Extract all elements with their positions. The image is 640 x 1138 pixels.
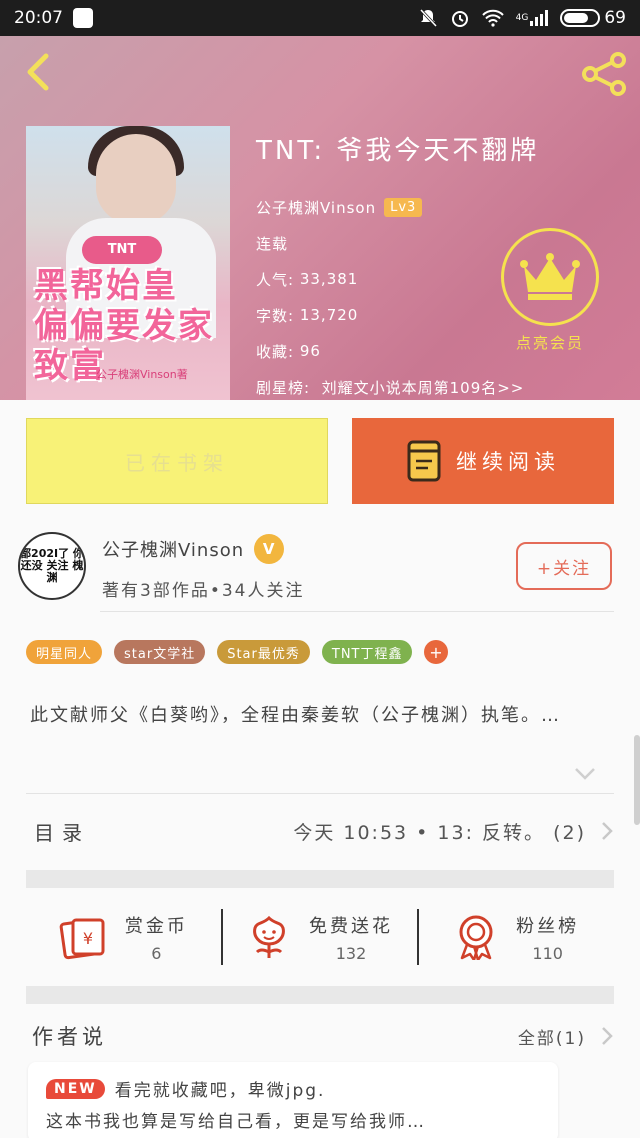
tip-coins-label: 赏金币 xyxy=(124,915,188,937)
section-gap xyxy=(26,870,614,888)
cell-signal: 4G xyxy=(516,10,549,26)
content-panel: 已在书架 继续阅读 都202I了 你还没 关注 槐渊 公子槐渊Vinson V … xyxy=(0,400,640,1138)
support-bar: ¥ 赏金币 6 免费送花 132 粉丝榜 110 xyxy=(26,888,614,986)
cover-badge: TNT xyxy=(82,236,162,264)
flower-count: 132 xyxy=(335,943,367,963)
svg-text:¥: ¥ xyxy=(83,929,93,948)
follow-button[interactable]: +关注 xyxy=(516,542,612,590)
verified-badge: V xyxy=(254,534,285,564)
tip-coins-button[interactable]: ¥ 赏金币 6 xyxy=(26,912,221,963)
battery-level: 69 xyxy=(604,8,626,28)
wifi-icon xyxy=(481,9,504,27)
rank-label: 剧星榜: xyxy=(256,378,311,397)
scrollbar[interactable] xyxy=(634,735,640,825)
status-time: 20:07 xyxy=(14,8,63,28)
tag-list: 明星同人 star文学社 Star最优秀 TNT丁程鑫 + xyxy=(26,640,449,664)
note-line-2: 这本书我也算是写给自己看，更是写给我师… xyxy=(46,1112,426,1132)
latest-chapter[interactable]: 今天 10:53 • 13: 反转。 (2) xyxy=(293,818,586,845)
level-badge: Lv3 xyxy=(384,197,423,217)
note-line-1: 看完就收藏吧，卑微jpg. xyxy=(114,1081,326,1101)
author-card: 都202I了 你还没 关注 槐渊 公子槐渊Vinson V 著有3部作品•34人… xyxy=(18,532,622,612)
view-all-link[interactable]: 全部(1) xyxy=(518,1024,586,1049)
red-envelope-icon: ¥ xyxy=(59,918,105,960)
network-type: 4G xyxy=(515,13,529,23)
status-bar: 20:07 4G 69 xyxy=(0,0,640,36)
medal-icon xyxy=(459,915,493,960)
book-status: 连载 xyxy=(256,234,289,253)
crown-icon xyxy=(501,228,599,326)
chevron-down-icon[interactable] xyxy=(574,766,596,782)
back-icon[interactable] xyxy=(18,50,58,94)
tag-item[interactable]: Star最优秀 xyxy=(217,640,310,664)
battery-icon xyxy=(560,9,601,27)
table-of-contents-row[interactable]: 目录 今天 10:53 • 13: 反转。 (2) xyxy=(26,798,614,864)
section-gap xyxy=(26,986,614,1004)
author-note-card[interactable]: NEW 看完就收藏吧，卑微jpg. 这本书我也算是写给自己看，更是写给我师… xyxy=(28,1062,558,1138)
book-cover[interactable]: TNT 黑帮始皇 偏偏要发家致富 公子槐渊Vinson著 xyxy=(26,126,230,400)
cover-byline: 公子槐渊Vinson著 xyxy=(96,368,188,381)
book-info: TNT: 爷我今天不翻牌 公子槐渊Vinson Lv3 连载 人气: 33,38… xyxy=(256,130,539,400)
chevron-right-icon xyxy=(602,822,613,840)
continue-reading-button[interactable]: 继续阅读 xyxy=(352,418,614,504)
fan-ranking-label: 粉丝榜 xyxy=(516,915,580,937)
vip-label: 点亮会员 xyxy=(515,334,584,352)
popularity-value: 33,381 xyxy=(299,270,359,288)
send-flower-label: 免费送花 xyxy=(309,915,393,937)
fan-ranking-button[interactable]: 粉丝榜 110 xyxy=(419,912,614,963)
mute-icon xyxy=(419,8,437,28)
add-tag-button[interactable]: + xyxy=(424,640,449,664)
vip-button[interactable]: 点亮会员 xyxy=(500,228,600,353)
tip-coins-count: 6 xyxy=(151,943,162,963)
status-right: 4G 69 xyxy=(418,8,626,28)
author-name[interactable]: 公子槐渊Vinson xyxy=(102,536,244,562)
divider xyxy=(26,793,614,794)
signal-icon xyxy=(530,10,549,26)
continue-reading-label: 继续阅读 xyxy=(456,450,560,474)
book-icon xyxy=(407,440,441,482)
tag-item[interactable]: 明星同人 xyxy=(26,640,103,664)
rank-link[interactable]: 刘耀文小说本周第109名>> xyxy=(322,377,525,398)
book-author[interactable]: 公子槐渊Vinson xyxy=(256,197,376,218)
favorites-row: 收藏: 96 xyxy=(256,333,539,369)
favorites-value: 96 xyxy=(299,342,321,360)
share-icon[interactable] xyxy=(580,52,628,96)
toc-label: 目录 xyxy=(34,820,90,845)
words-row: 字数: 13,720 xyxy=(256,297,539,333)
author-desc: 著有3部作品•34人关注 xyxy=(102,581,305,601)
alarm-icon xyxy=(451,11,468,27)
popularity-label: 人气: xyxy=(256,270,295,289)
favorites-label: 收藏: xyxy=(256,342,295,361)
book-author-row: 公子槐渊Vinson Lv3 xyxy=(256,189,539,225)
divider xyxy=(100,611,614,612)
words-value: 13,720 xyxy=(299,306,359,324)
send-flower-button[interactable]: 免费送花 132 xyxy=(223,912,418,963)
chevron-right-icon[interactable] xyxy=(600,1025,614,1047)
rank-row[interactable]: 剧星榜: 刘耀文小说本周第109名>> xyxy=(256,369,539,400)
popularity-row: 人气: 33,381 xyxy=(256,261,539,297)
author-says-header: 作者说 全部(1) xyxy=(26,1016,614,1056)
in-shelf-button[interactable]: 已在书架 xyxy=(26,418,328,504)
book-title: TNT: 爷我今天不翻牌 xyxy=(256,136,540,166)
new-badge: NEW xyxy=(46,1078,105,1099)
fan-ranking-count: 110 xyxy=(532,943,563,963)
avatar[interactable]: 都202I了 你还没 关注 槐渊 xyxy=(18,532,86,600)
author-says-title: 作者说 xyxy=(32,1025,107,1049)
book-header: TNT 黑帮始皇 偏偏要发家致富 公子槐渊Vinson著 TNT: 爷我今天不翻… xyxy=(0,36,640,400)
tag-item[interactable]: star文学社 xyxy=(114,640,206,664)
tag-item[interactable]: TNT丁程鑫 xyxy=(321,640,413,664)
words-label: 字数: xyxy=(256,306,295,325)
author-name-row: 公子槐渊Vinson V xyxy=(102,534,285,564)
notification-app-icon xyxy=(73,8,93,28)
flower-icon xyxy=(253,915,285,958)
book-intro: 此文献师父《白葵哟》，全程由秦姜软（公子槐渊）执笔。… xyxy=(30,705,561,726)
